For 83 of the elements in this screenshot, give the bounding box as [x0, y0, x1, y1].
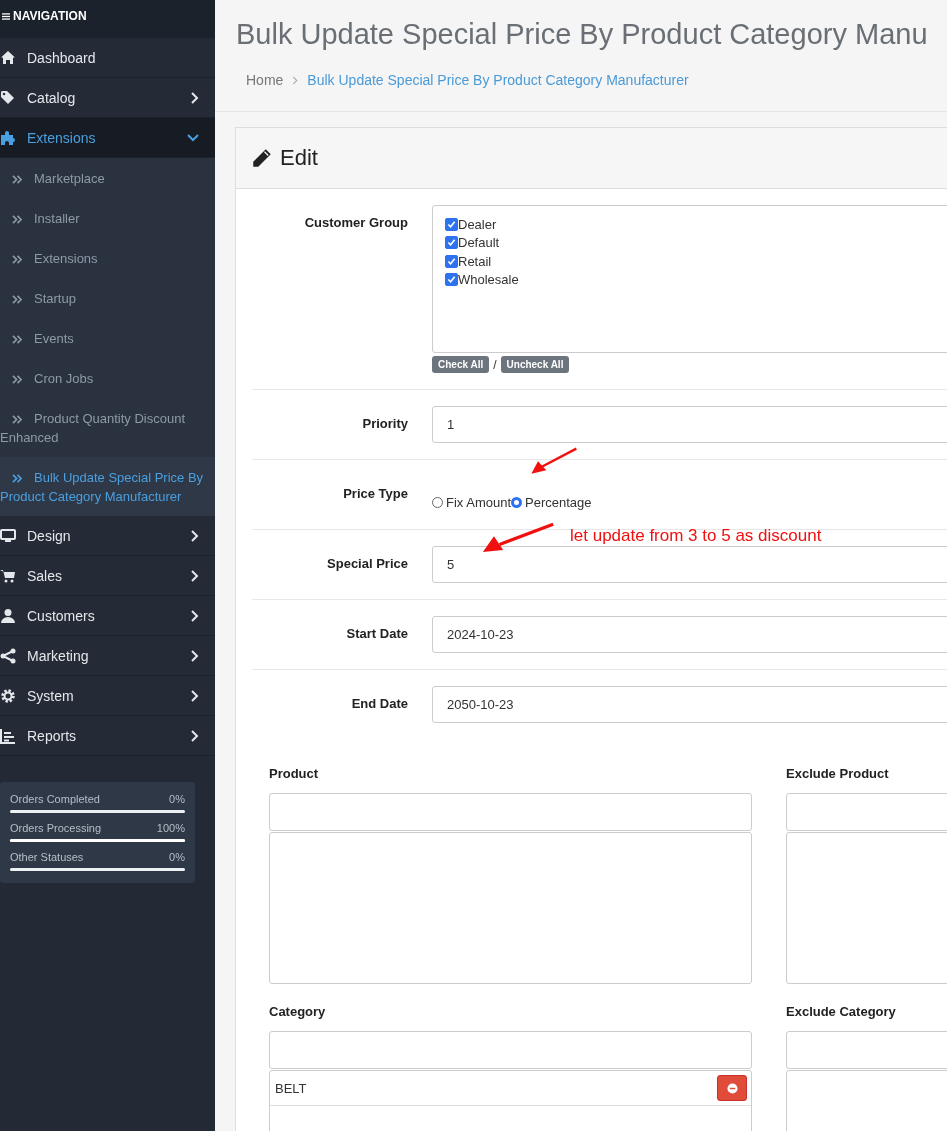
share-icon — [0, 647, 16, 664]
submenu-item[interactable]: Startup — [0, 278, 215, 318]
text-input[interactable]: 1 — [432, 406, 947, 443]
stat-label: Orders Completed — [10, 793, 100, 805]
sidebar-item[interactable]: Extensions — [0, 118, 215, 158]
field-label: Customer Group — [303, 214, 408, 232]
double-chevron-icon — [12, 295, 23, 304]
autocomplete-input[interactable] — [269, 793, 752, 831]
chevron-right-icon — [190, 529, 199, 542]
checkbox[interactable] — [445, 254, 458, 268]
chevron-right-icon — [190, 91, 199, 104]
tag-icon — [0, 89, 16, 106]
text-input[interactable]: 2050-10-23 — [432, 686, 947, 723]
bar-chart-icon — [0, 727, 16, 744]
panel-title: Edit — [280, 145, 318, 171]
submenu-item[interactable]: Marketplace — [0, 158, 215, 198]
field-label: Exclude Product — [786, 766, 890, 781]
double-chevron-icon — [12, 375, 23, 384]
chevron-right-icon — [190, 569, 199, 582]
stat-value: 0% — [169, 793, 185, 805]
checkbox-label: Wholesale — [458, 272, 519, 288]
double-chevron-icon — [12, 175, 23, 184]
annotation-text: let update from 3 to 5 as discount — [570, 526, 822, 546]
double-chevron-icon — [12, 335, 23, 344]
text-input[interactable]: 5 — [432, 546, 947, 583]
remove-button[interactable] — [717, 1075, 747, 1101]
submenu-item[interactable]: Extensions — [0, 238, 215, 278]
checkbox-label: Default — [458, 235, 500, 251]
field-label: Exclude Category — [786, 1004, 897, 1019]
checkbox[interactable] — [445, 273, 458, 287]
stat-label: Orders Processing — [10, 822, 102, 834]
page-title: Bulk Update Special Price By Product Category Manu — [236, 18, 929, 51]
separator-text: / — [493, 357, 497, 372]
submenu-item[interactable]: Product Quantity Discount Enhanced — [0, 398, 215, 457]
minus-circle-icon — [726, 1082, 738, 1094]
field-label: Priority — [361, 415, 408, 433]
field-label: Product — [269, 766, 320, 781]
field-label: Category — [269, 1004, 327, 1019]
puzzle-icon — [0, 129, 16, 146]
double-chevron-icon — [12, 474, 23, 483]
double-chevron-icon — [12, 215, 23, 224]
text-input[interactable]: 2024-10-23 — [432, 616, 947, 653]
field-label: Start Date — [345, 625, 408, 643]
annotation-arrow — [528, 447, 578, 477]
field-label: Price Type — [342, 485, 408, 503]
submenu-item[interactable]: Bulk Update Special Price By Product Category Manufacturer — [0, 457, 215, 516]
double-chevron-icon — [12, 255, 23, 264]
checkbox-label: Dealer — [458, 216, 497, 232]
chevron-right-icon — [190, 689, 199, 702]
pencil-icon — [252, 148, 272, 168]
menu-icon — [2, 11, 10, 21]
home-icon — [0, 49, 16, 66]
chevron-right-icon — [190, 609, 199, 622]
submenu-item[interactable]: Cron Jobs — [0, 358, 215, 398]
double-chevron-icon — [12, 415, 23, 424]
chevron-right-icon — [190, 729, 199, 742]
chevron-down-icon — [187, 133, 199, 142]
list-item-text: BELT — [275, 1080, 307, 1096]
checkbox-label: Retail — [458, 253, 492, 269]
stat-value: 0% — [169, 851, 185, 863]
radio-label: Percentage — [525, 495, 592, 510]
check-all-button[interactable]: Check All — [432, 356, 490, 373]
cart-icon — [0, 567, 16, 584]
field-label: Special Price — [326, 555, 408, 573]
gear-icon — [0, 687, 16, 704]
submenu-item[interactable]: Installer — [0, 198, 215, 238]
chevron-right-icon — [292, 75, 299, 85]
checkbox[interactable] — [445, 236, 458, 250]
radio-button[interactable] — [511, 497, 523, 508]
user-icon — [0, 607, 16, 624]
submenu-item[interactable]: Events — [0, 318, 215, 358]
field-label: End Date — [350, 695, 408, 713]
stat-label: Other Statuses — [10, 851, 84, 863]
monitor-icon — [0, 527, 16, 544]
chevron-right-icon — [190, 649, 199, 662]
checkbox[interactable] — [445, 217, 458, 231]
stat-value: 100% — [156, 822, 185, 834]
uncheck-all-button[interactable]: Uncheck All — [500, 356, 570, 373]
breadcrumb-link[interactable]: Home — [246, 72, 284, 88]
radio-button[interactable] — [432, 497, 443, 508]
autocomplete-input[interactable] — [269, 1031, 752, 1069]
navigation-title: NAVIGATION — [13, 9, 87, 23]
radio-label: Fix Amount — [446, 495, 512, 510]
